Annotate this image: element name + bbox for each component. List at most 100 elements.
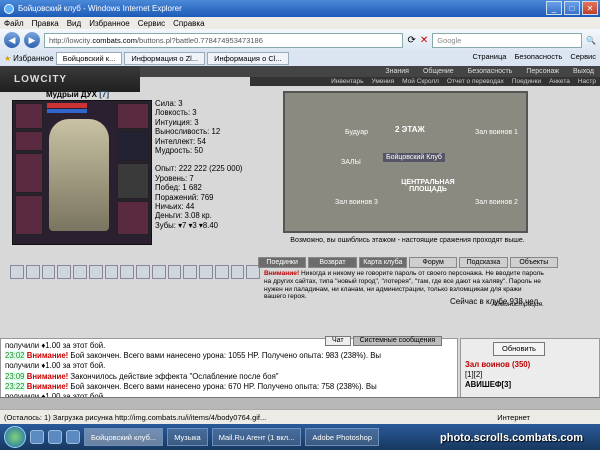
menu-edit[interactable]: Правка [32,19,59,28]
quicklaunch-icon[interactable] [48,430,62,444]
taskbar-item-photoshop[interactable]: Adobe Photoshop [305,428,380,446]
taskbar-item-combats[interactable]: Бойцовский клуб... [84,428,164,446]
menu-tools[interactable]: Сервис [138,19,165,28]
forum-button[interactable]: Форум [408,257,458,268]
inventory-slot[interactable] [73,265,87,279]
map-hall-2[interactable]: Зал воинов 2 [475,199,518,206]
inventory-slot[interactable] [199,265,213,279]
map-club-room[interactable]: Бойцовский Клуб [383,153,445,162]
inventory-slot[interactable] [104,265,119,279]
back-arrow-icon[interactable]: ◀ [4,32,20,48]
subnav-profile[interactable]: Анкета [549,78,570,85]
maximize-button[interactable]: □ [564,1,580,15]
stat-strength: Сила: 3 [155,99,183,108]
return-button[interactable]: Возврат [308,257,357,268]
favorites-star-icon[interactable]: ★ [4,54,11,63]
map-hall-1[interactable]: Зал воинов 1 [475,129,518,136]
inventory-slot[interactable] [167,265,182,279]
status-bar: (Осталось: 1) Загрузка рисунка http://im… [0,409,600,424]
tab-info-zl[interactable]: Информация о Zl... [124,52,206,65]
nav-security[interactable]: Безопасность [468,68,513,75]
tab-combats[interactable]: Бойцовский к... [55,52,123,65]
close-button[interactable]: ✕ [582,1,598,15]
online-count: Сейчас в клубе 938 чел. [450,297,541,306]
slot-helmet[interactable] [15,103,43,129]
character-avatar[interactable] [12,100,152,245]
nav-character[interactable]: Персонаж [526,68,559,75]
room-panel: Обновить Зал воинов (350) [1][2] АВИШЕФ[… [460,338,600,400]
address-bar: ◀ ▶ http://lowcity. combats.com/buttons.p… [0,29,600,51]
start-button-icon[interactable] [4,426,26,448]
objects-button[interactable]: Объекты [509,257,558,268]
nav-knowledge[interactable]: Знания [385,68,409,75]
subnav-inventory[interactable]: Инвентарь [331,78,363,85]
character-name[interactable]: Мудрый ДУХ [7] [46,90,109,99]
minimize-button[interactable]: _ [546,1,562,15]
map-hall-3[interactable]: Зал воинов 3 [335,199,378,206]
taskbar-item-music[interactable]: Музыка [167,428,208,446]
slot-gloves[interactable] [117,131,149,161]
slot-boots[interactable] [117,201,149,235]
page-menu[interactable]: Страница [472,52,506,61]
slot-armor[interactable] [15,195,43,235]
slot-weapon[interactable] [15,153,43,193]
inventory-slot[interactable] [214,265,229,279]
inventory-slot[interactable] [230,265,245,279]
game-buttons: Поединки Возврат Карта клуба Форум Подск… [258,257,558,268]
subnav-battles[interactable]: Поединки [512,78,541,85]
menu-file[interactable]: Файл [4,19,24,28]
nav-exit[interactable]: Выход [573,68,594,75]
map-square-label: ЦЕНТРАЛЬНАЯ ПЛОЩАДЬ [401,179,455,193]
refresh-icon[interactable]: ⟳ [407,35,415,46]
slot-amulet[interactable] [15,131,43,151]
slot-earrings[interactable] [117,103,149,129]
chat-line: 23:02 Внимание! Бой закончен. Всего вами… [5,351,382,361]
quicklaunch-icon[interactable] [30,430,44,444]
slot-shield[interactable] [117,163,149,199]
subnav-skills[interactable]: Умения [372,78,395,85]
inventory-slot[interactable] [10,265,24,279]
tab-info-cl[interactable]: Информация о Cl... [207,52,289,65]
warning-label: Внимание! [264,270,300,277]
battles-button[interactable]: Поединки [258,257,307,268]
chat-time: 23:22 [5,381,25,391]
subnav-transfers[interactable]: Отчет о переводах [447,78,504,85]
inventory-slot[interactable] [136,265,150,279]
club-map-button[interactable]: Карта клуба [358,257,407,268]
inventory-slot[interactable] [25,265,40,279]
stop-icon[interactable]: ✕ [420,35,428,46]
search-input[interactable]: Google [432,32,583,48]
room-user[interactable]: АВИШЕФ[3] [465,380,595,390]
security-menu[interactable]: Безопасность [514,52,562,61]
map-buduar[interactable]: Будуар [345,129,368,136]
favorites-label[interactable]: Избранное [13,54,54,63]
subnav-scroll[interactable]: Мой Скролл [402,78,439,85]
character-stats: Сила: 3 Ловкость: 3 Интуиция: 3 Вынослив… [155,99,243,230]
menu-help[interactable]: Справка [173,19,204,28]
menu-bar: Файл Правка Вид Избранное Сервис Справка [0,17,600,29]
tab-system-messages[interactable]: Системные сообщения [352,336,443,346]
taskbar-item-mailru[interactable]: Mail.Ru Агент (1 вкл... [211,428,302,446]
inventory-slot[interactable] [151,265,166,279]
inventory-slot[interactable] [57,265,71,279]
menu-favorites[interactable]: Избранное [89,19,130,28]
search-icon[interactable]: 🔍 [586,36,596,45]
window-title: Бойцовский клуб - Windows Internet Explo… [18,4,182,13]
inventory-slot[interactable] [88,265,103,279]
forward-arrow-icon[interactable]: ▶ [23,32,40,48]
url-field[interactable]: http://lowcity. combats.com/buttons.pl?ba… [43,32,404,48]
subnav-settings[interactable]: Настр [578,78,596,85]
chat-log[interactable]: получили ♦1.00 за этот бой. 23:02 Вниман… [0,338,458,401]
menu-view[interactable]: Вид [67,19,81,28]
inventory-slot[interactable] [120,265,134,279]
map-halls-label: ЗАЛЫ [341,159,361,166]
refresh-button[interactable]: Обновить [493,342,545,356]
hint-button[interactable]: Подсказка [459,257,508,268]
inventory-slot[interactable] [41,265,56,279]
nav-chat[interactable]: Общение [423,68,454,75]
quicklaunch-icon[interactable] [66,430,80,444]
tab-chat[interactable]: Чат [325,336,351,346]
inventory-slot[interactable] [183,265,197,279]
tools-menu[interactable]: Сервис [570,52,596,61]
room-pages[interactable]: [1][2] [465,370,595,380]
